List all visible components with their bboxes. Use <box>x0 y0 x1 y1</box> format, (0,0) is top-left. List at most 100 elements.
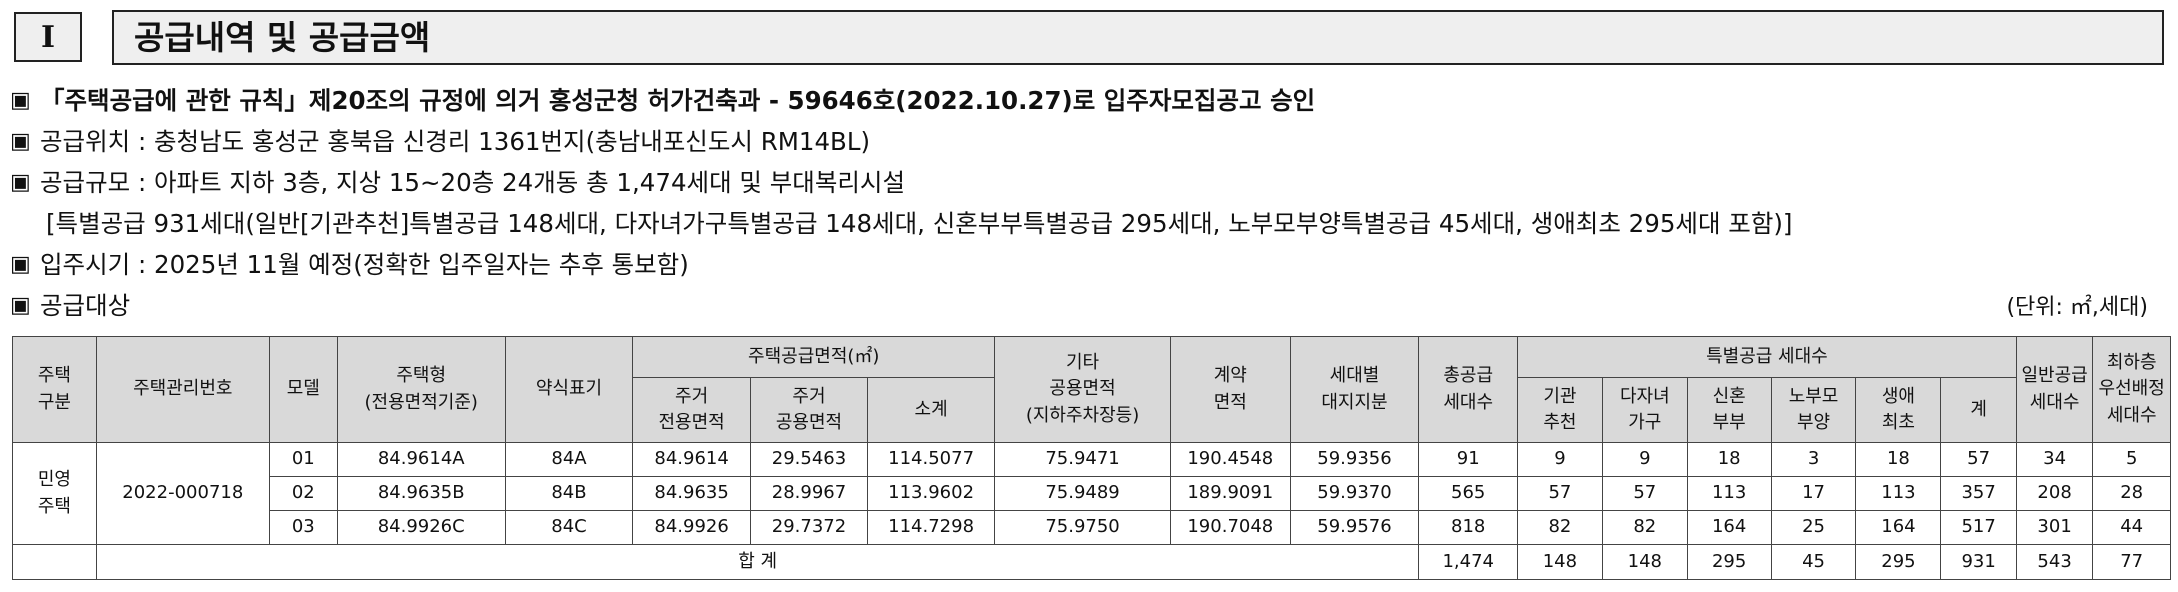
info-location-text: 공급위치 : 충청남도 홍성군 홍북읍 신경리 1361번지(충남내포신도시 R… <box>40 127 871 156</box>
info-scale-detail: [특별공급 931세대(일반[기관추천]특별공급 148세대, 다자녀가구특별공… <box>10 203 2170 244</box>
cell-short: 84A <box>504 442 634 477</box>
bullet-icon: ▣ <box>10 293 31 318</box>
cell-contract: 190.4548 <box>1170 442 1291 477</box>
header-supply-area: 주택공급면적(㎡) <box>632 336 996 378</box>
cell-contract: 189.9091 <box>1170 476 1291 511</box>
cell-general: 301 <box>2015 510 2094 545</box>
info-location: ▣ 공급위치 : 충청남도 홍성군 홍북읍 신경리 1361번지(충남내포신도시… <box>10 121 2170 162</box>
header-elder-support: 노부모 부양 <box>1770 377 1857 443</box>
cell-subtotal: 113.9602 <box>867 476 996 511</box>
cell-elder: 45 <box>1770 544 1857 580</box>
cell-type: 84.9926C <box>336 510 506 545</box>
cell-lowest: 77 <box>2092 544 2171 580</box>
header-first-time: 생애 최초 <box>1855 377 1942 443</box>
header-house-category: 주택 구분 <box>12 336 97 443</box>
header-house-type: 주택형 (전용면적기준) <box>336 336 506 443</box>
cell-common: 29.7372 <box>749 510 869 545</box>
header-short: 약식표기 <box>504 336 634 443</box>
cell-type: 84.9635B <box>336 476 506 511</box>
cell-subtotal: 114.5077 <box>867 442 996 477</box>
header-contract-area: 계약 면적 <box>1170 336 1291 443</box>
cell-common: 28.9967 <box>749 476 869 511</box>
info-move-in-text: 입주시기 : 2025년 11월 예정(정확한 입주일자는 추후 통보함) <box>40 250 689 279</box>
info-scale-detail-text: [특별공급 931세대(일반[기관추천]특별공급 148세대, 다자녀가구특별공… <box>46 209 1793 238</box>
cell-general: 208 <box>2015 476 2094 511</box>
cell-exclusive: 84.9614 <box>632 442 751 477</box>
cell-newly: 164 <box>1686 510 1772 545</box>
header-other-area: 기타 공용면적 (지하주차장등) <box>994 336 1172 443</box>
cell-subtotal: 114.7298 <box>867 510 996 545</box>
header-subtotal: 소계 <box>867 377 996 443</box>
cell-type: 84.9614A <box>336 442 506 477</box>
cell-other: 75.9471 <box>994 442 1172 477</box>
cell-first: 113 <box>1855 476 1942 511</box>
table-total-row: 합 계 1,474 148 148 295 45 295 931 543 77 <box>12 544 2171 580</box>
cell-model: 01 <box>268 442 338 477</box>
info-list: ▣ 「주택공급에 관한 규칙」제20조의 규정에 의거 홍성군청 허가건축과 -… <box>10 80 2170 326</box>
cell-first: 18 <box>1855 442 1942 477</box>
bullet-icon: ▣ <box>10 129 31 154</box>
supply-table: 주택 구분 주택관리번호 모델 주택형 (전용면적기준) 약식표기 주택공급면적(㎡… <box>12 336 2171 580</box>
cell-sum: 931 <box>1940 544 2017 580</box>
header-common-area: 주거 공용면적 <box>749 377 869 443</box>
cell-land: 59.9576 <box>1289 510 1420 545</box>
header-lowest-floor: 최하층 우선배정 세대수 <box>2092 336 2171 443</box>
cell-short: 84C <box>504 510 634 545</box>
header-mgmt-no: 주택관리번호 <box>95 336 270 443</box>
info-approval: ▣ 「주택공급에 관한 규칙」제20조의 규정에 의거 홍성군청 허가건축과 -… <box>10 80 2170 121</box>
cell-elder: 3 <box>1770 442 1857 477</box>
info-approval-text: 「주택공급에 관한 규칙」제20조의 규정에 의거 홍성군청 허가건축과 - 5… <box>40 86 1316 115</box>
header-model: 모델 <box>268 336 338 443</box>
header-multi-child: 다자녀 가구 <box>1601 377 1688 443</box>
header-land-share: 세대별 대지지분 <box>1289 336 1420 443</box>
cell-inst: 82 <box>1516 510 1603 545</box>
cell-inst: 57 <box>1516 476 1603 511</box>
cell-inst: 9 <box>1516 442 1603 477</box>
cell-lowest: 28 <box>2092 476 2171 511</box>
header-institution: 기관 추천 <box>1516 377 1603 443</box>
cell-contract: 190.7048 <box>1170 510 1291 545</box>
cell-land: 59.9370 <box>1289 476 1420 511</box>
cell-total: 91 <box>1418 442 1518 477</box>
cell-multi: 82 <box>1601 510 1688 545</box>
cell-other: 75.9750 <box>994 510 1172 545</box>
cell-elder: 17 <box>1770 476 1857 511</box>
cell-lowest: 5 <box>2092 442 2171 477</box>
unit-label: (단위: ㎡,세대) <box>2006 295 2148 320</box>
table-row: 03 84.9926C 84C 84.9926 29.7372 114.7298… <box>13 510 2171 545</box>
bullet-icon: ▣ <box>10 88 31 113</box>
cell-mgmt-no: 2022-000718 <box>95 442 270 545</box>
info-scale-text: 공급규모 : 아파트 지하 3층, 지상 15~20층 24개동 총 1,474… <box>40 168 905 197</box>
info-target: ▣ 공급대상 <box>10 285 2170 326</box>
cell-sum: 517 <box>1940 510 2017 545</box>
cell-general: 34 <box>2015 442 2094 477</box>
table-row: 민영 주택 2022-000718 01 84.9614A 84A 84.9614… <box>12 442 2171 545</box>
table-row: 02 84.9635B 84B 84.9635 28.9967 113.9602… <box>13 476 2171 511</box>
cell-general: 543 <box>2015 544 2094 580</box>
cell-multi: 148 <box>1601 544 1688 580</box>
section-header: I 공급내역 및 공급금액 <box>0 0 2178 70</box>
cell-group-label: 민영 주택 <box>12 442 97 545</box>
cell-total-label: 합 계 <box>95 544 1420 580</box>
header-exclusive-area: 주거 전용면적 <box>632 377 751 443</box>
cell-first: 295 <box>1855 544 1942 580</box>
info-scale: ▣ 공급규모 : 아파트 지하 3층, 지상 15~20층 24개동 총 1,4… <box>10 162 2170 203</box>
page: I 공급내역 및 공급금액 ▣ 「주택공급에 관한 규칙」제20조의 규정에 의… <box>0 0 2178 592</box>
header-total-supply: 총공급 세대수 <box>1418 336 1518 443</box>
header-newlywed: 신혼 부부 <box>1686 377 1772 443</box>
cell-multi: 9 <box>1601 442 1688 477</box>
section-number: I <box>14 12 82 62</box>
cell-short: 84B <box>504 476 634 511</box>
cell-newly: 113 <box>1686 476 1772 511</box>
cell-newly: 295 <box>1686 544 1772 580</box>
cell-model: 02 <box>268 476 338 511</box>
bullet-icon: ▣ <box>10 170 31 195</box>
info-move-in: ▣ 입주시기 : 2025년 11월 예정(정확한 입주일자는 추후 통보함) <box>10 244 2170 285</box>
cell-inst: 148 <box>1516 544 1603 580</box>
info-target-text: 공급대상 <box>40 291 131 320</box>
header-general-supply: 일반공급 세대수 <box>2015 336 2094 443</box>
cell-common: 29.5463 <box>749 442 869 477</box>
cell-multi: 57 <box>1601 476 1688 511</box>
cell-elder: 25 <box>1770 510 1857 545</box>
cell-empty <box>12 544 97 580</box>
